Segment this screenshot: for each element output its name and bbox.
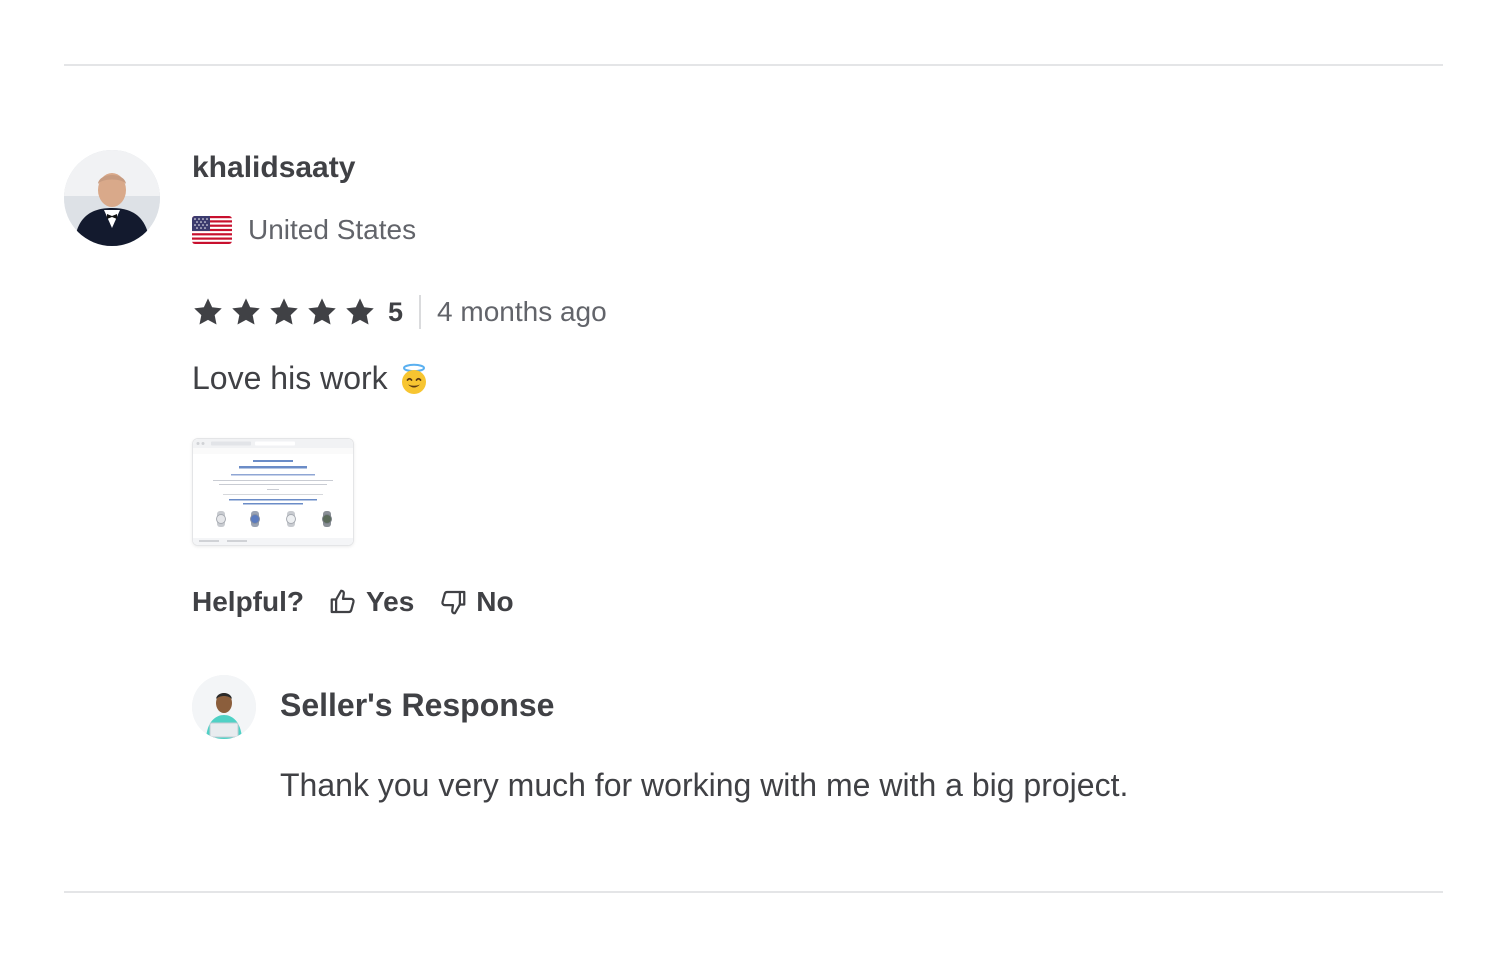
- review-attachment-thumbnail[interactable]: [192, 438, 354, 546]
- helpful-no-button[interactable]: No: [438, 586, 514, 618]
- star-icon: [268, 296, 300, 328]
- reviewer-username[interactable]: khalidsaaty: [192, 150, 355, 186]
- rating-separator: [419, 295, 422, 329]
- thumbs-up-icon: [330, 589, 355, 614]
- helpful-yes-label: Yes: [366, 586, 415, 617]
- thumbs-down-icon: [441, 590, 466, 615]
- star-icon: [192, 296, 224, 328]
- seller-response-text: Thank you very much for working with me …: [280, 767, 1129, 803]
- review-text-row: Love his work: [192, 360, 430, 397]
- reviewer-avatar[interactable]: [64, 150, 160, 246]
- review-text: Love his work: [192, 360, 388, 396]
- star-icon: [344, 296, 376, 328]
- top-divider: [64, 64, 1443, 66]
- smiling-face-with-halo-icon: [398, 363, 430, 395]
- reviewer-country-row: United States: [192, 210, 416, 250]
- rating-row: 5 4 months ago: [192, 292, 607, 332]
- seller-avatar[interactable]: [192, 675, 256, 739]
- review-time: 4 months ago: [437, 296, 607, 327]
- us-flag-icon: [192, 216, 232, 244]
- star-icon: [306, 296, 338, 328]
- helpful-no-label: No: [476, 586, 514, 617]
- helpful-row: Helpful? Yes No: [192, 582, 514, 622]
- seller-response-title: Seller's Response: [280, 687, 555, 723]
- bottom-divider: [64, 891, 1443, 893]
- reviewer-country: United States: [248, 214, 417, 245]
- helpful-label: Helpful?: [192, 586, 304, 617]
- star-rating: [192, 296, 376, 328]
- star-icon: [230, 296, 262, 328]
- helpful-yes-button[interactable]: Yes: [328, 586, 414, 618]
- rating-value: 5: [388, 296, 404, 327]
